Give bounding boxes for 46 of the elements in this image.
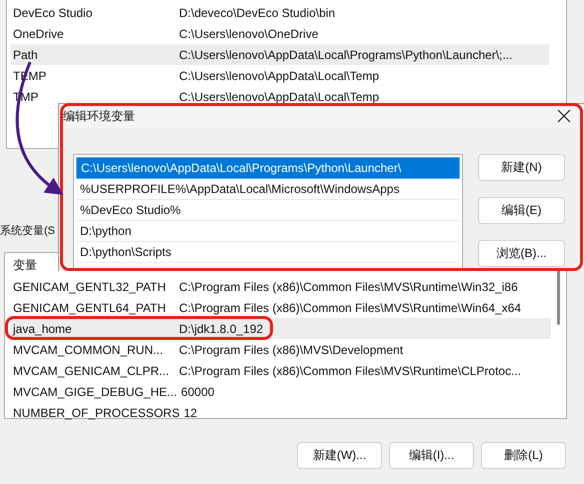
dialog-button[interactable]: 编辑(I)...: [389, 442, 474, 469]
variable-name: java_home: [12, 322, 73, 336]
variable-name: MVCAM_COMMON_RUN...: [12, 342, 164, 356]
variable-name: MVCAM_GENICAM_CLPR...: [12, 364, 170, 378]
variable-value: C:\Program Files (x86)\Common Files\MVS\Runtime\CLProtoc...: [179, 364, 522, 378]
variable-row[interactable]: GENICAM_GENTL32_PATH C:\Program Files (x86)\Common Files\MVS\Runtime\Win32_i86: [11, 276, 551, 297]
variable-value: C:\Program Files (x86)\MVS\Development: [179, 342, 404, 356]
variable-row[interactable]: DevEco Studio D:\deveco\DevEco Studio\bin: [11, 2, 549, 23]
variable-name: MVCAM_GIGE_DEBUG_HE...: [12, 384, 178, 398]
close-icon[interactable]: [557, 109, 571, 123]
variable-value: C:\Users\lenovo\AppData\Local\Temp: [179, 68, 380, 82]
dialog-button[interactable]: 浏览(B)...: [478, 240, 565, 267]
variable-row[interactable]: MVCAM_GENICAM_CLPR... C:\Program Files (x86)\Common Files\MVS\Runtime\CLProtoc...: [11, 360, 551, 381]
path-entry[interactable]: D:\python\Scripts: [76, 242, 460, 263]
variable-row[interactable]: OneDrive C:\Users\lenovo\OneDrive: [11, 23, 549, 44]
path-entry[interactable]: D:\python: [76, 221, 460, 242]
dialog-button[interactable]: 删除(L): [481, 442, 566, 469]
variable-value: C:\Program Files (x86)\Common Files\MVS\Runtime\Win64_x64: [179, 300, 522, 314]
dialog-button[interactable]: 新建(N): [478, 154, 565, 181]
path-entry[interactable]: C:\Users\lenovo\AppData\Local\Programs\Python\Launcher\: [76, 157, 460, 179]
variable-value: C:\Program Files (x86)\Common Files\MVS\Runtime\Win32_i86: [179, 280, 518, 294]
variable-value: D:\deveco\DevEco Studio\bin: [179, 6, 336, 20]
variable-row[interactable]: java_home D:\jdk1.8.0_192: [11, 318, 551, 339]
variable-value: D:\jdk1.8.0_192: [179, 322, 264, 336]
dialog-title: 编辑环境变量: [63, 108, 135, 124]
variable-value: 12: [184, 406, 198, 420]
dialog-button[interactable]: 编辑(E): [478, 197, 565, 224]
path-entry[interactable]: %DevEco Studio%: [76, 200, 460, 221]
variable-value: C:\Users\lenovo\AppData\Local\Programs\Python\Launcher\;...: [179, 48, 513, 62]
variable-name: GENICAM_GENTL64_PATH: [12, 300, 167, 314]
variable-name: Path: [12, 48, 39, 62]
variable-name: GENICAM_GENTL32_PATH: [12, 280, 167, 294]
variable-name: OneDrive: [12, 26, 65, 40]
section-label: 系统变量(S: [0, 224, 55, 239]
variable-value: C:\Users\lenovo\AppData\Local\Temp: [179, 90, 380, 104]
variable-row[interactable]: Path C:\Users\lenovo\AppData\Local\Programs\Python\Launcher\;...: [11, 44, 549, 65]
variable-row[interactable]: MVCAM_COMMON_RUN... C:\Program Files (x86)\MVS\Development: [11, 339, 551, 360]
variable-row[interactable]: MVCAM_GIGE_DEBUG_HE... 60000: [11, 381, 551, 402]
path-entry[interactable]: %USERPROFILE%\AppData\Local\Microsoft\WindowsApps: [76, 179, 460, 200]
variable-value: C:\Users\lenovo\OneDrive: [179, 26, 318, 40]
variable-row[interactable]: GENICAM_GENTL64_PATH C:\Program Files (x86)\Common Files\MVS\Runtime\Win64_x64: [11, 297, 551, 318]
variable-value: 60000: [181, 384, 214, 398]
variable-name: DevEco Studio: [12, 6, 94, 20]
dialog-button[interactable]: 新建(W)...: [297, 442, 382, 469]
variable-row[interactable]: NUMBER_OF_PROCESSORS 12: [11, 402, 551, 423]
variable-name: NUMBER_OF_PROCESSORS: [12, 406, 181, 420]
